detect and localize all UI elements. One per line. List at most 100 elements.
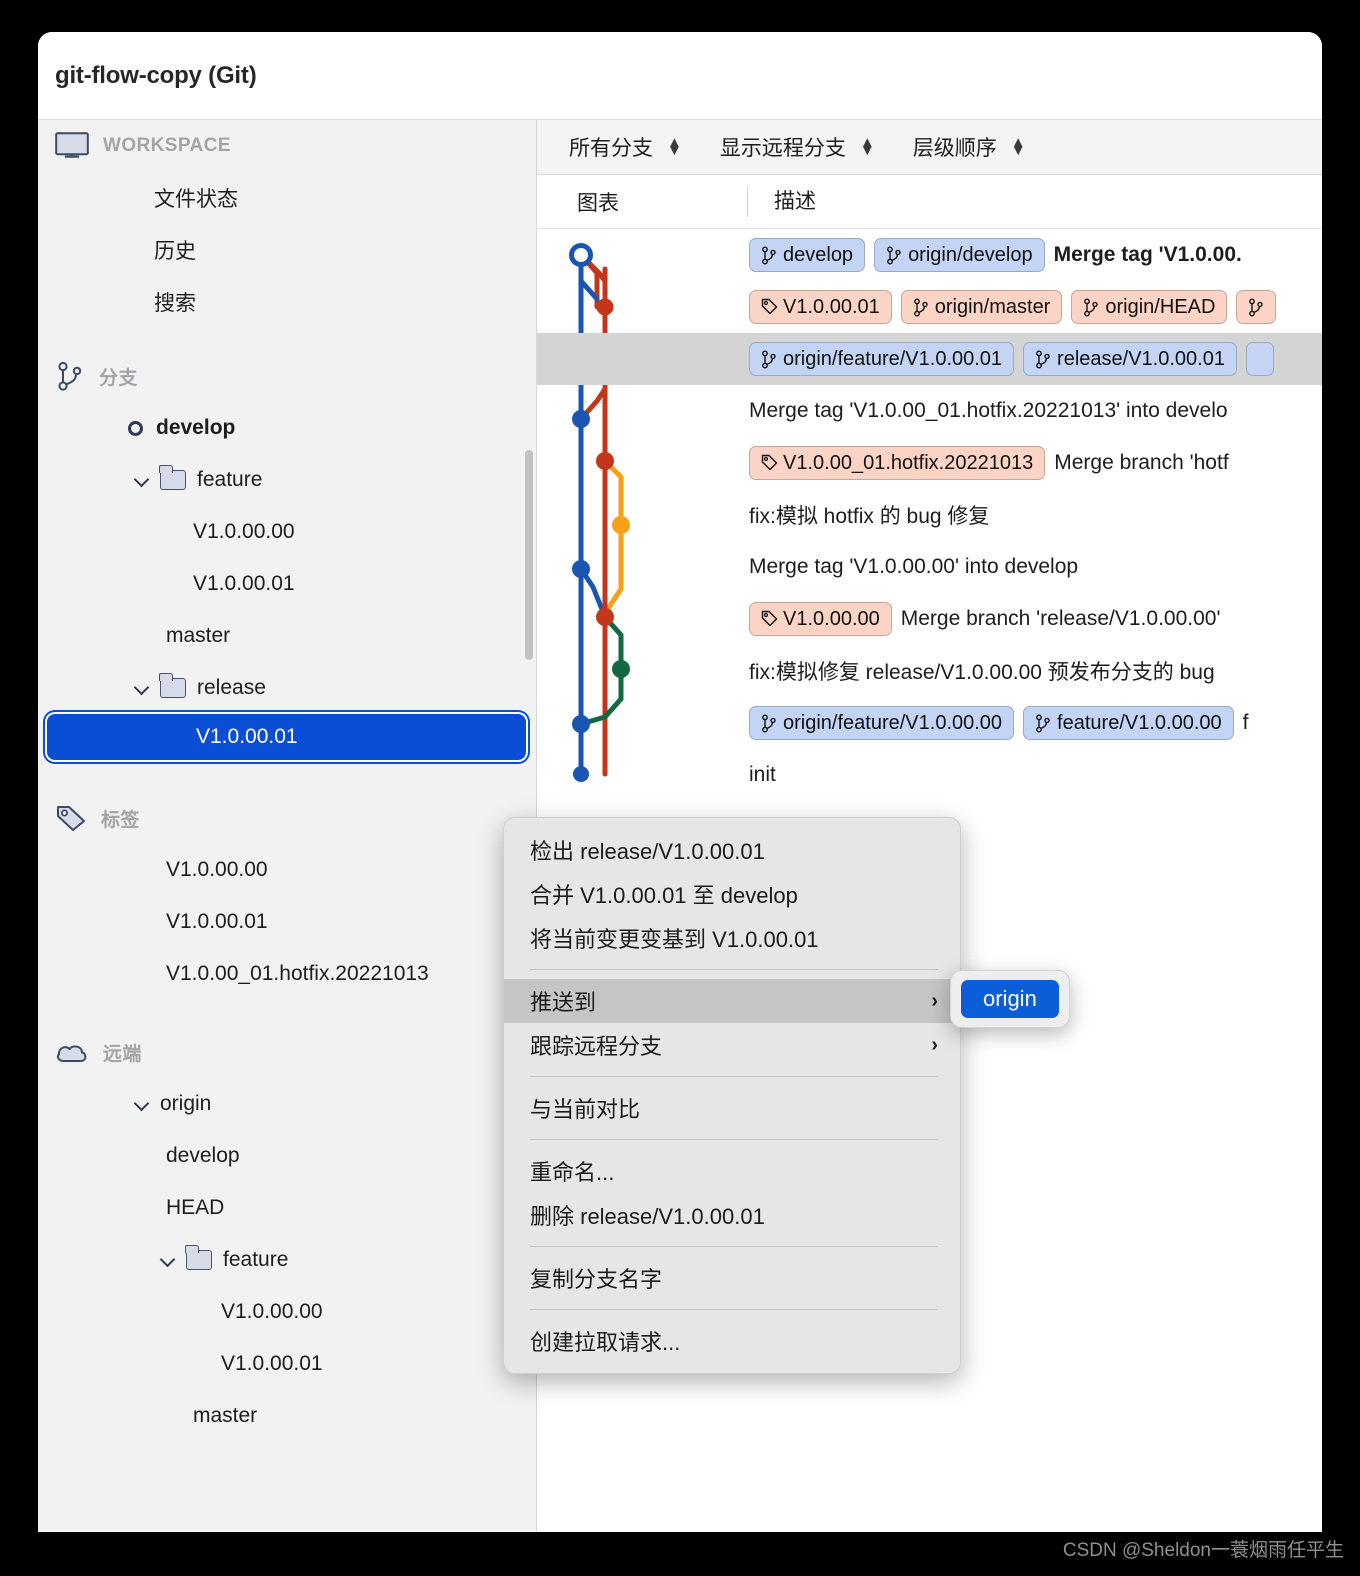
menu-separator xyxy=(530,1076,938,1077)
table-row[interactable]: Merge tag 'V1.0.00_01.hotfix.20221013' i… xyxy=(537,385,1322,437)
commit-message: fix:模拟 hotfix 的 bug 修复 xyxy=(749,505,990,528)
commit-message: Merge tag 'V1.0.00_01.hotfix.20221013' i… xyxy=(749,399,1228,422)
chevron-updown-icon[interactable]: ▲ ▼ xyxy=(1011,135,1026,158)
menu-item-create-pull-request[interactable]: 创建拉取请求... xyxy=(504,1319,960,1363)
branch-chip[interactable]: origin/feature/V1.0.00.00 xyxy=(749,706,1015,740)
sidebar-item-branch-folder-feature[interactable]: feature xyxy=(38,454,536,506)
menu-item-merge[interactable]: 合并 V1.0.00.01 至 develop xyxy=(504,872,960,916)
chevron-down-icon[interactable] xyxy=(134,679,152,697)
filter-all-branches[interactable]: 所有分支 ▲ ▼ xyxy=(569,132,702,162)
menu-item-delete[interactable]: 删除 release/V1.0.00.01 xyxy=(504,1193,960,1237)
chip-label: release/V1.0.00.01 xyxy=(1057,347,1225,370)
sidebar-item-branch-master[interactable]: master xyxy=(38,610,536,662)
chevron-down-icon[interactable] xyxy=(134,471,152,489)
sidebar-item-branch-folder-release[interactable]: release xyxy=(38,662,536,714)
sidebar-item-history[interactable]: 历史 xyxy=(38,224,536,276)
branch-chip[interactable]: origin/develop xyxy=(874,238,1045,272)
table-row[interactable]: V1.0.00.00 Merge branch 'release/V1.0.00… xyxy=(537,593,1322,645)
chevron-down-icon[interactable] xyxy=(160,1251,178,1269)
table-row[interactable]: V1.0.00.01 origin/master origin/HEAD xyxy=(537,281,1322,333)
chevron-updown-icon[interactable]: ▲ ▼ xyxy=(860,135,875,158)
menu-item-compare-with-current[interactable]: 与当前对比 xyxy=(504,1086,960,1130)
table-row[interactable]: V1.0.00_01.hotfix.20221013 Merge branch … xyxy=(537,437,1322,489)
sidebar-item-remote-folder-feature[interactable]: feature xyxy=(38,1234,536,1286)
branch-icon xyxy=(1035,714,1051,733)
filter-hierarchy-order[interactable]: 层级顺序 ▲ ▼ xyxy=(913,132,1046,162)
sidebar-item-tag-v1-0-00-00[interactable]: V1.0.00.00 xyxy=(38,844,536,896)
sidebar-item-remote-master[interactable]: master xyxy=(38,1390,536,1442)
menu-item-label: 跟踪远程分支 xyxy=(530,1034,663,1059)
cloud-icon xyxy=(55,1039,89,1065)
sidebar-item-remote-head[interactable]: HEAD xyxy=(38,1182,536,1234)
submenu-item-origin[interactable]: origin xyxy=(961,980,1059,1018)
sidebar: WORKSPACE 文件状态 历史 搜索 分支 develop feature … xyxy=(38,120,537,1531)
sidebar-item-label: release xyxy=(197,676,266,699)
chip-label: V1.0.00.01 xyxy=(783,295,880,318)
branch-chip[interactable] xyxy=(1236,290,1277,324)
sidebar-item-branch-feature-v1-0-00-00[interactable]: V1.0.00.00 xyxy=(38,506,536,558)
table-row[interactable]: init xyxy=(537,749,1322,801)
menu-item-track-remote-branch[interactable]: 跟踪远程分支 › xyxy=(504,1023,960,1067)
chevron-down-icon[interactable] xyxy=(134,1095,152,1113)
tag-icon xyxy=(55,804,87,832)
menu-separator xyxy=(530,1246,938,1247)
sidebar-item-tag-v1-0-00-01[interactable]: V1.0.00.01 xyxy=(38,896,536,948)
menu-item-copy-branch-name[interactable]: 复制分支名字 xyxy=(504,1256,960,1300)
tag-chip[interactable]: V1.0.00_01.hotfix.20221013 xyxy=(749,446,1046,480)
branch-icon xyxy=(1248,298,1264,317)
branch-icon xyxy=(1035,350,1051,369)
menu-item-checkout[interactable]: 检出 release/V1.0.00.01 xyxy=(504,828,960,872)
sidebar-item-file-status[interactable]: 文件状态 xyxy=(38,172,536,224)
menu-item-rebase[interactable]: 将当前变更变基到 V1.0.00.01 xyxy=(504,916,960,960)
table-row[interactable]: fix:模拟修复 release/V1.0.00.00 预发布分支的 bug xyxy=(537,645,1322,697)
branch-chip[interactable]: origin/feature/V1.0.00.01 xyxy=(749,342,1015,376)
table-row[interactable]: Merge tag 'V1.0.00.00' into develop xyxy=(537,541,1322,593)
tag-icon xyxy=(761,298,778,317)
current-branch-dot-icon xyxy=(128,420,143,436)
tag-chip[interactable]: V1.0.00.00 xyxy=(749,602,892,636)
branch-icon xyxy=(55,361,85,391)
chip-label: origin/HEAD xyxy=(1105,295,1216,318)
sidebar-item-search[interactable]: 搜索 xyxy=(38,276,536,328)
filter-show-remote-branches[interactable]: 显示远程分支 ▲ ▼ xyxy=(720,132,895,162)
branch-chip[interactable]: release/V1.0.00.01 xyxy=(1023,342,1237,376)
sidebar-scrollbar[interactable] xyxy=(525,450,533,660)
table-row[interactable]: develop origin/develop Merge tag 'V1.0.0… xyxy=(537,229,1322,281)
sidebar-item-remote-feature-v1-0-00-01[interactable]: V1.0.00.01 xyxy=(38,1338,536,1390)
commit-message: init xyxy=(749,763,776,786)
commit-message: Merge tag 'V1.0.00.00' into develop xyxy=(749,555,1079,578)
filter-label: 显示远程分支 xyxy=(719,137,846,160)
chevron-updown-icon[interactable]: ▲ ▼ xyxy=(667,135,682,158)
branch-chip[interactable]: origin/HEAD xyxy=(1071,290,1228,324)
sidebar-item-remote-feature-v1-0-00-00[interactable]: V1.0.00.00 xyxy=(38,1286,536,1338)
sidebar-item-remote-develop[interactable]: develop xyxy=(38,1130,536,1182)
chip-label: origin/develop xyxy=(908,243,1033,266)
branch-chip[interactable]: develop xyxy=(749,238,866,272)
tag-chip[interactable]: V1.0.00.01 xyxy=(749,290,892,324)
sidebar-item-remote-origin[interactable]: origin xyxy=(38,1078,536,1130)
menu-item-label: 将当前变更变基到 V1.0.00.01 xyxy=(530,927,819,952)
sidebar-item-branch-release-v1-0-00-01[interactable]: V1.0.00.01 xyxy=(47,714,526,760)
branch-icon xyxy=(913,298,929,317)
menu-item-rename[interactable]: 重命名... xyxy=(504,1149,960,1193)
sidebar-section-workspace: WORKSPACE xyxy=(38,120,536,172)
graph-toolbar: 所有分支 ▲ ▼ 显示远程分支 ▲ ▼ 层级顺序 ▲ ▼ xyxy=(537,120,1322,175)
chevron-right-icon: › xyxy=(931,1033,938,1056)
branch-chip[interactable]: origin/master xyxy=(900,290,1063,324)
menu-item-label: 推送到 xyxy=(530,990,597,1015)
menu-item-push-to[interactable]: 推送到 › xyxy=(504,979,960,1023)
sidebar-section-remotes: 远端 xyxy=(38,1026,536,1078)
table-row[interactable]: origin/feature/V1.0.00.00 feature/V1.0.0… xyxy=(537,697,1322,749)
sidebar-item-branch-feature-v1-0-00-01[interactable]: V1.0.00.01 xyxy=(38,558,536,610)
menu-item-label: 检出 release/V1.0.00.01 xyxy=(530,839,765,864)
branch-chip[interactable] xyxy=(1245,342,1274,376)
table-row[interactable]: fix:模拟 hotfix 的 bug 修复 xyxy=(537,489,1322,541)
chip-label: origin/feature/V1.0.00.00 xyxy=(783,711,1003,734)
branch-chip[interactable]: feature/V1.0.00.00 xyxy=(1023,706,1234,740)
menu-separator xyxy=(530,1309,938,1310)
sidebar-item-label: origin xyxy=(160,1092,212,1115)
table-row[interactable]: origin/feature/V1.0.00.01 release/V1.0.0… xyxy=(537,333,1322,385)
folder-icon xyxy=(185,1245,212,1270)
sidebar-item-branch-develop[interactable]: develop xyxy=(38,402,536,454)
sidebar-item-tag-hotfix[interactable]: V1.0.00_01.hotfix.20221013 xyxy=(38,948,536,1000)
